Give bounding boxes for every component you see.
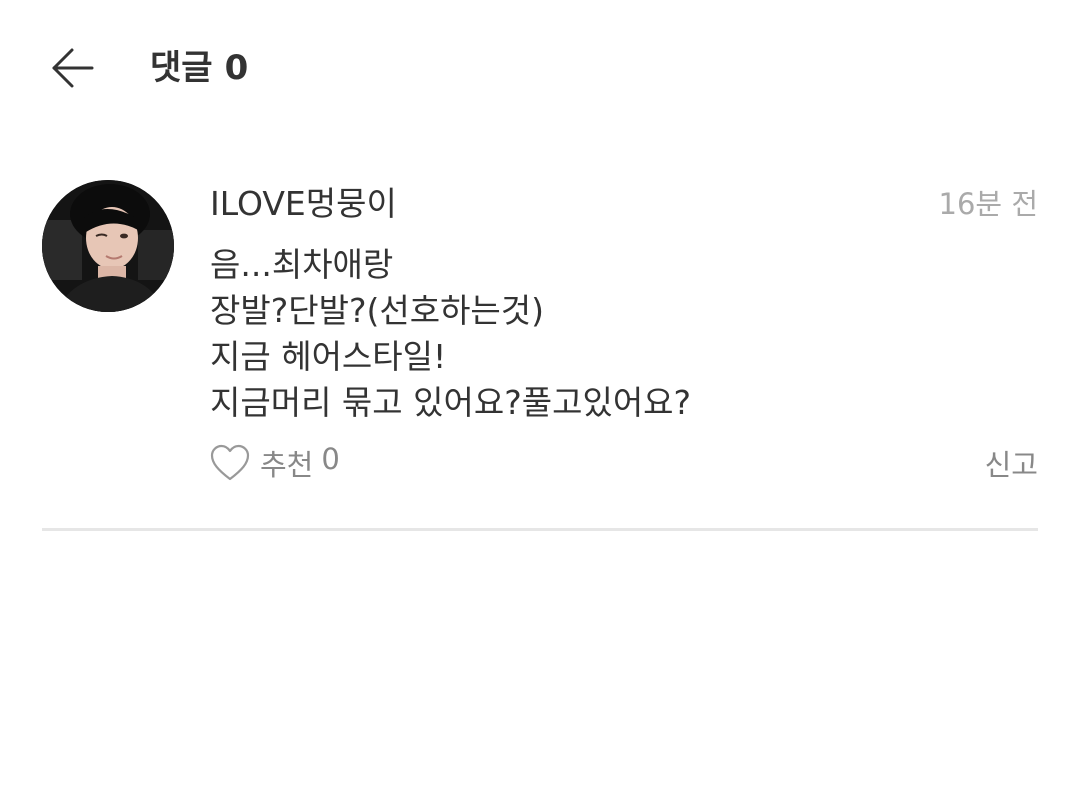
comments-page: 댓글 0 ILOVE멍뭉이 16분 전 음...최차애랑 장발?단발?(선호하는… [0,0,1080,810]
like-count: 0 [321,442,340,476]
comment-count: 0 [224,48,249,88]
avatar[interactable] [42,180,174,312]
comment-line: 음...최차애랑 [210,245,394,284]
heart-outline-icon [210,444,250,481]
comment-content: 음...최차애랑 장발?단발?(선호하는것) 지금 헤어스타일! 지금머리 묶고… [210,242,1038,426]
comment-line: 지금머리 묶고 있어요?풀고있어요? [210,383,692,422]
like-label: 추천 [260,448,314,482]
divider [42,528,1038,531]
arrow-left-icon [52,48,94,88]
comment-line: 지금 헤어스타일! [210,337,447,376]
page-title-label: 댓글 [150,48,213,88]
user-avatar-photo [42,180,174,312]
like-label-group: 추천 0 [260,442,340,484]
back-button[interactable] [42,38,102,98]
comment-line: 장발?단발?(선호하는것) [210,291,545,330]
page-title: 댓글 0 [150,44,248,92]
like-button[interactable]: 추천 0 [210,442,340,484]
comment-actions: 추천 0 신고 [210,442,1038,488]
header: 댓글 0 [0,0,1080,140]
comment-time: 16분 전 [938,187,1038,221]
comment-author[interactable]: ILOVE멍뭉이 [210,182,397,226]
report-button[interactable]: 신고 [985,442,1038,488]
